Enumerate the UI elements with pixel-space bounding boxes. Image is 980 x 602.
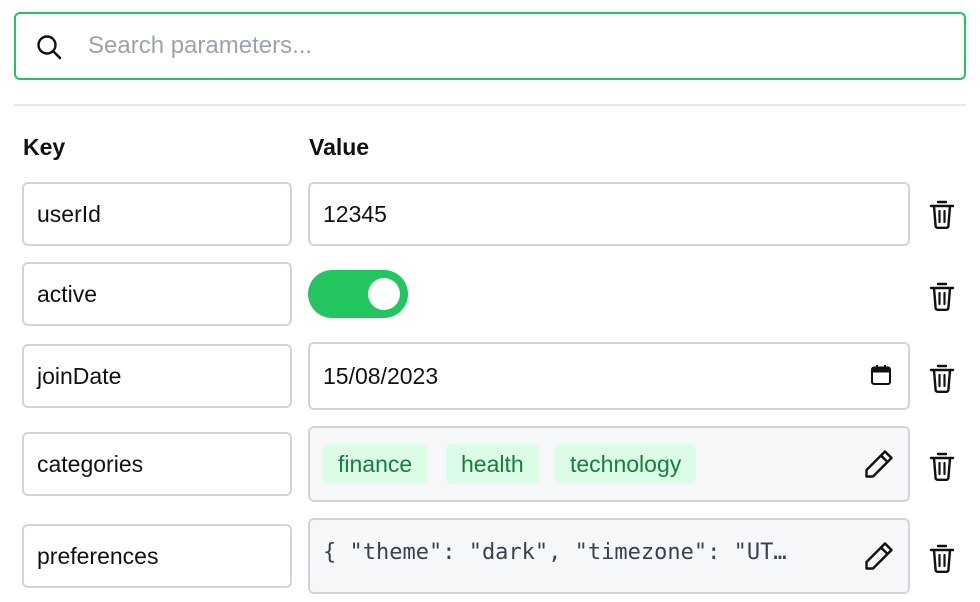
divider [14, 104, 966, 106]
tags-field-categories[interactable]: finance health technology [308, 426, 910, 502]
key-input-userid[interactable]: userId [22, 182, 292, 246]
search-icon [37, 35, 62, 60]
key-input-categories[interactable]: categories [22, 432, 292, 496]
tag-chip: health [446, 444, 539, 484]
trash-icon[interactable] [928, 542, 956, 574]
json-field-preferences[interactable]: { "theme": "dark", "timezone": "UT… [308, 518, 910, 594]
toggle-knob [368, 278, 400, 310]
active-toggle[interactable] [308, 270, 408, 318]
pencil-icon[interactable] [863, 540, 895, 572]
trash-icon[interactable] [928, 362, 956, 394]
trash-icon[interactable] [928, 450, 956, 482]
trash-icon[interactable] [928, 280, 956, 312]
key-input-preferences[interactable]: preferences [22, 524, 292, 588]
tag-chip: technology [555, 444, 697, 484]
tag-chip: finance [323, 444, 428, 484]
date-value: 15/08/2023 [323, 362, 439, 389]
search-input[interactable] [88, 24, 948, 68]
search-box[interactable] [14, 12, 966, 80]
key-input-active[interactable]: active [22, 262, 292, 326]
json-preview: { "theme": "dark", "timezone": "UT… [323, 540, 787, 565]
trash-icon[interactable] [928, 198, 956, 230]
calendar-icon[interactable] [870, 364, 892, 386]
value-input-userid[interactable]: 12345 [308, 182, 910, 246]
value-column-header: Value [309, 134, 370, 160]
pencil-icon[interactable] [863, 448, 895, 480]
key-input-joindate[interactable]: joinDate [22, 344, 292, 408]
key-column-header: Key [23, 134, 66, 160]
date-input-joindate[interactable]: 15/08/2023 [308, 342, 910, 410]
